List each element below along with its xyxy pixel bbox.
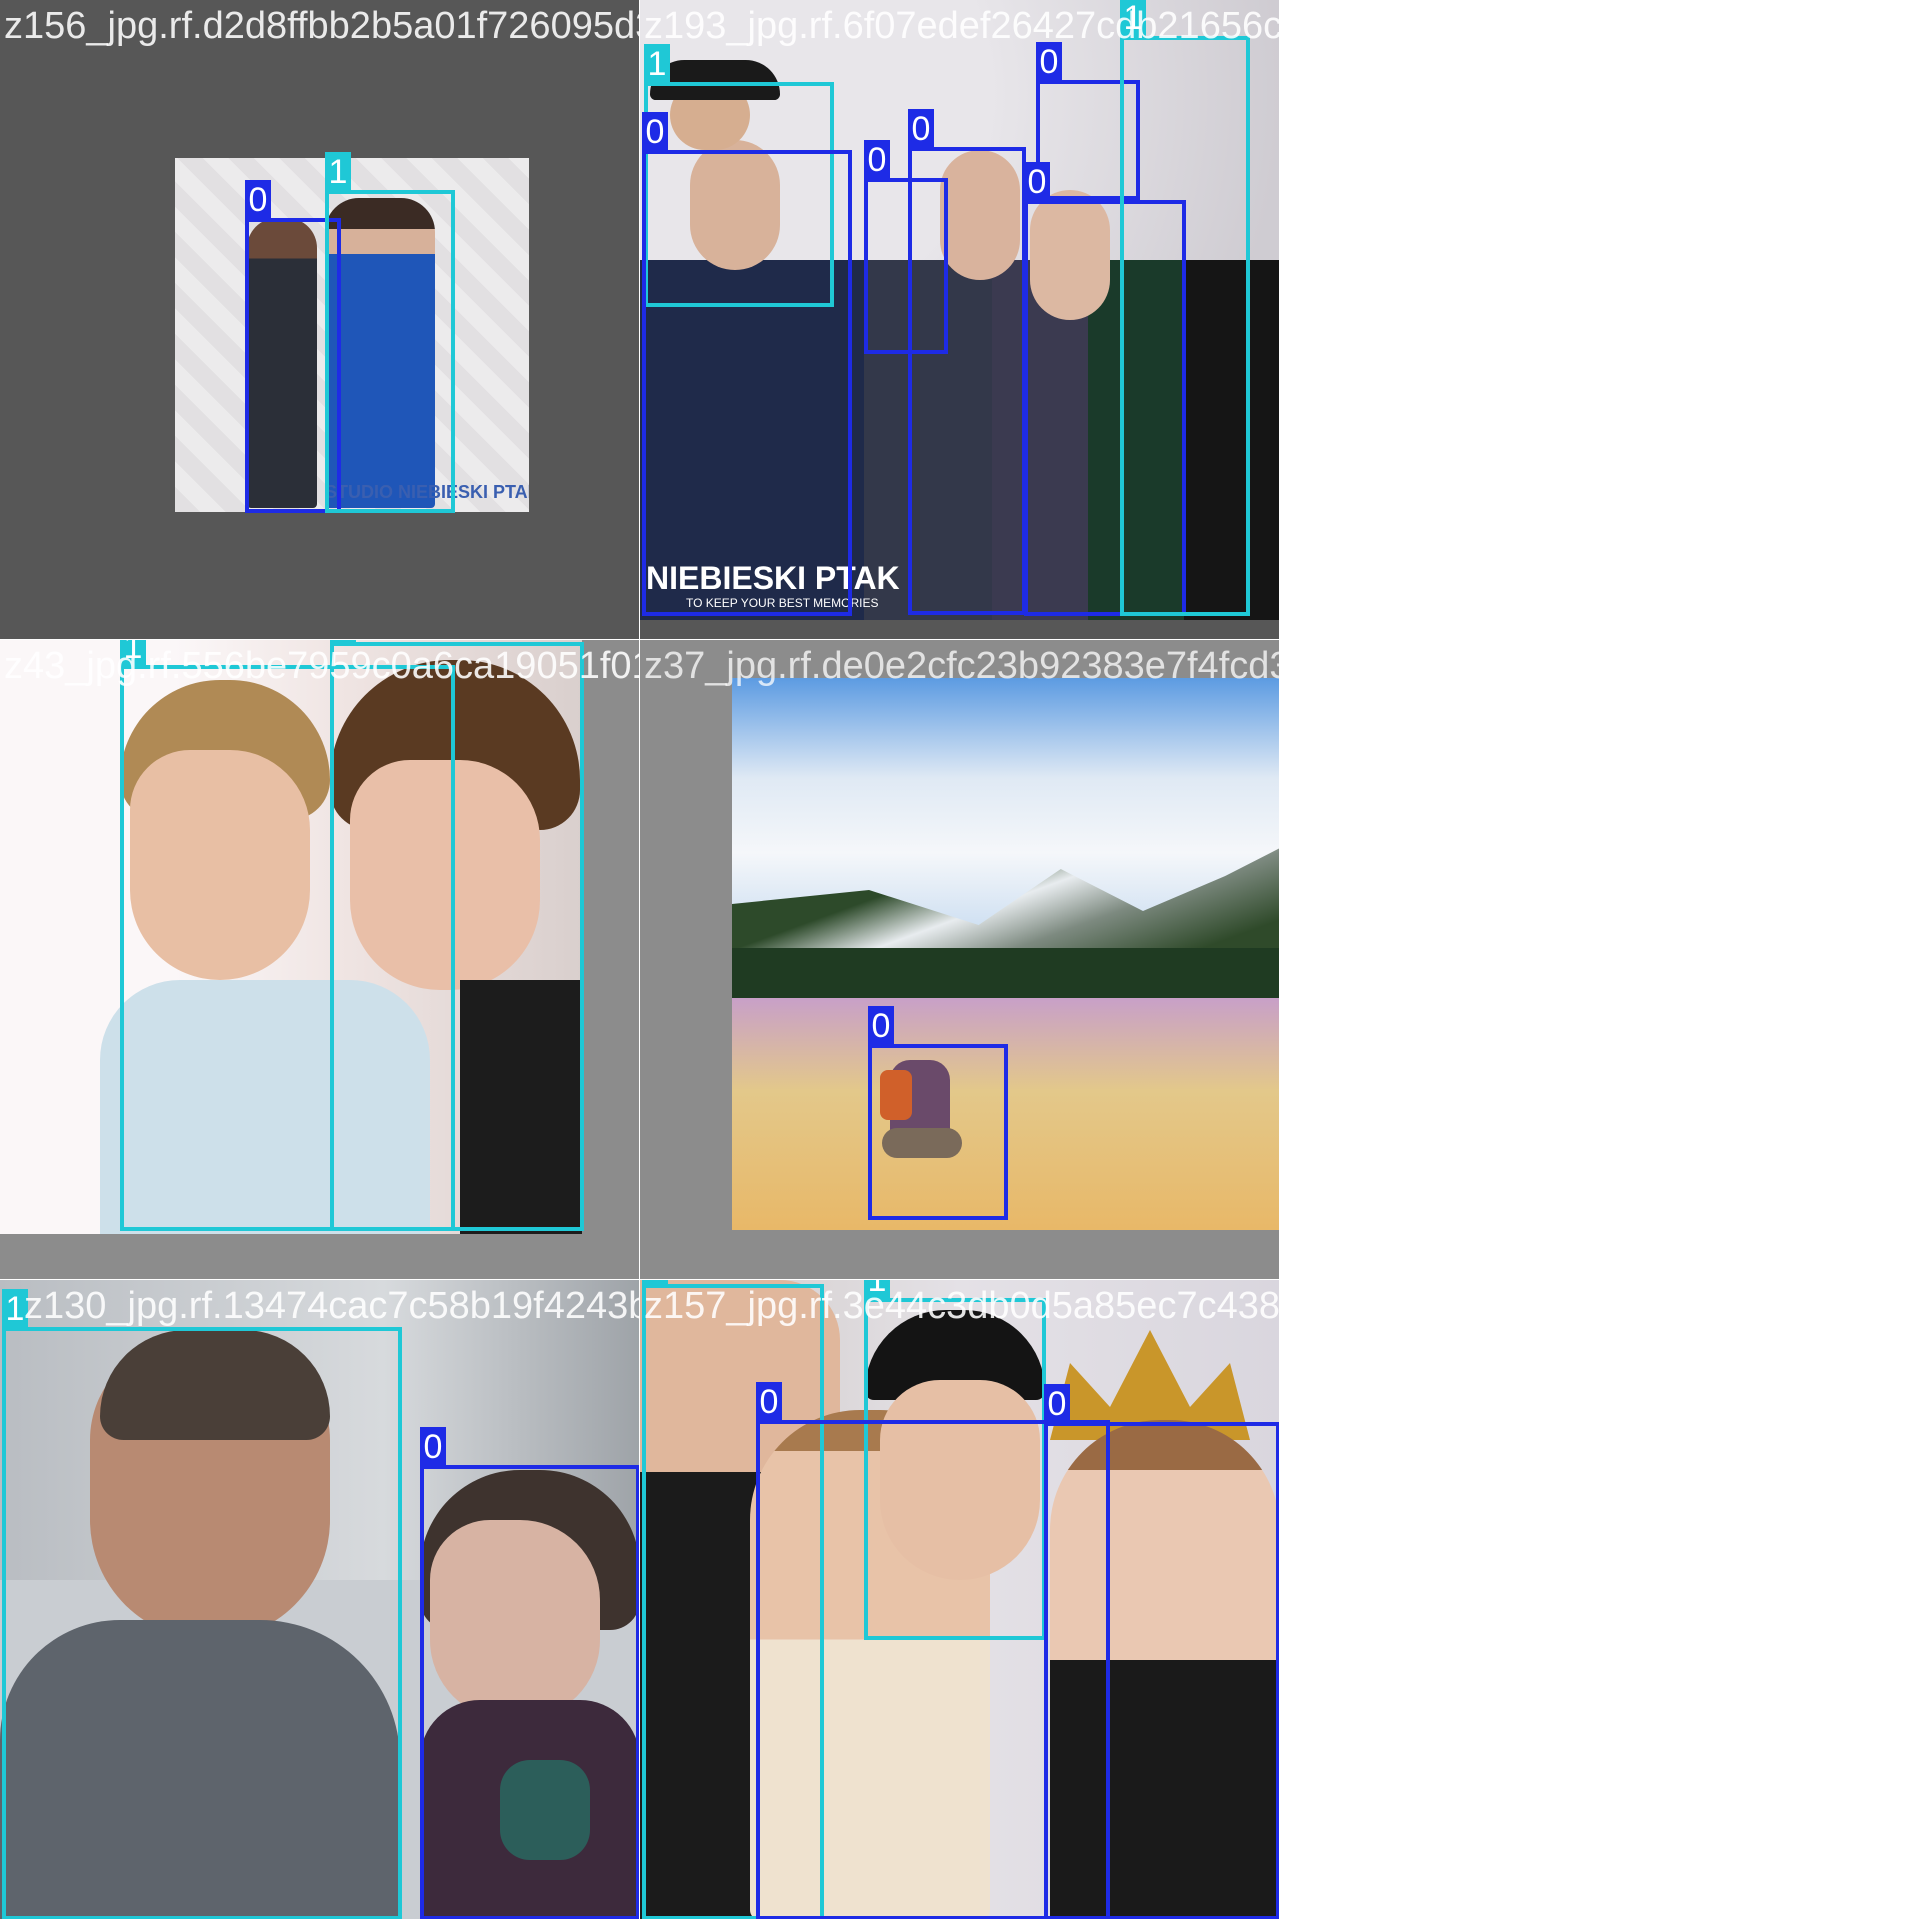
mosaic-tile-5: 1 0 z130_jpg.rf.13474cac7c58b19f4243b6c5… <box>0 1280 640 1920</box>
mosaic-tile-4: 0 z37_jpg.rf.de0e2cfc23b92383e7f4fcd3e1f… <box>640 640 1280 1280</box>
tile-filename: z43_jpg.rf.556be7959c0a6ca19051f0127166 <box>4 645 639 687</box>
bbox-class-label: 0 <box>756 1382 782 1421</box>
bbox-class-label: 0 <box>1044 1384 1070 1423</box>
tile-filename: z37_jpg.rf.de0e2cfc23b92383e7f4fcd3e1f35 <box>644 645 1279 687</box>
mosaic-tile-3: 1 1 z43_jpg.rf.556be7959c0a6ca19051f0127… <box>0 640 640 1280</box>
bbox-class-label: 0 <box>420 1427 446 1466</box>
tile-filename: z157_jpg.rf.3e44c3db0d5a85ec7c4389d038e2 <box>644 1285 1280 1327</box>
tile-filename: z130_jpg.rf.13474cac7c58b19f4243b6c5f5d9 <box>24 1285 639 1327</box>
bbox-class-label: 0 <box>1024 162 1050 201</box>
bbox-class-label: 0 <box>864 140 890 179</box>
bbox-class-0: 0 <box>868 1006 1008 1220</box>
bbox-class-0: 0 <box>642 112 852 616</box>
bbox-class-1: 1 <box>1120 0 1250 616</box>
tile-filename: z156_jpg.rf.d2d8ffbb2b5a01f726095d399994… <box>4 5 639 47</box>
mosaic-tile-1: STUDIO NIEBIESKI PTAK 0 1 z156_jpg.rf.d2… <box>0 0 640 640</box>
mosaic-tile-2: NIEBIESKI PTAK TO KEEP YOUR BEST MEMORIE… <box>640 0 1280 640</box>
bbox-class-1: 1 <box>325 152 455 513</box>
bbox-class-label: 0 <box>908 109 934 148</box>
bbox-class-label: 0 <box>245 180 271 219</box>
bbox-class-1: 1 <box>2 1289 402 1919</box>
tile-filename: z193_jpg.rf.6f07edef26427cdb21656c2a31b3 <box>644 5 1279 47</box>
bbox-class-0: 0 <box>420 1427 639 1919</box>
bbox-class-1: 1 <box>330 640 584 1231</box>
bbox-class-label: 0 <box>642 112 668 151</box>
bbox-class-0: 0 <box>908 109 1026 615</box>
bbox-class-0: 0 <box>1044 1384 1279 1919</box>
bbox-class-label: 1 <box>325 152 351 191</box>
bbox-class-label: 0 <box>868 1006 894 1045</box>
mosaic-tile-6: 1 1 0 0 z157_jpg.rf.3e44c3db0d5a85ec7c43… <box>640 1280 1280 1920</box>
